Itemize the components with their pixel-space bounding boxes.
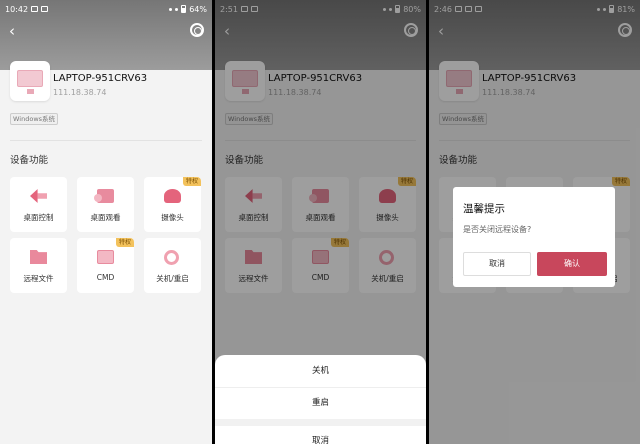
cmd-icon (97, 250, 114, 264)
cancel-option[interactable]: 取消 (215, 426, 426, 444)
power-icon (164, 250, 179, 265)
dialog-title: 温馨提示 (463, 203, 505, 215)
dialog-cancel-button[interactable]: 取消 (463, 252, 531, 276)
feature-remote-files[interactable]: 远程文件 (10, 238, 67, 293)
status-battery: 64% (189, 4, 207, 14)
wifi-icon (175, 7, 179, 11)
screenshot-triptych: 10:42 64% ‹ LAPTOP-951CRV63 111.18.38.74… (0, 0, 640, 444)
status-bar: 10:42 64% (0, 0, 212, 18)
back-button[interactable]: ‹ (9, 23, 25, 39)
divider (10, 140, 202, 141)
signal-icon (169, 7, 173, 11)
shutdown-option[interactable]: 关机 (215, 356, 426, 387)
device-card (10, 61, 50, 101)
feature-label: 远程文件 (23, 274, 54, 283)
device-ip: 111.18.38.74 (53, 88, 107, 97)
action-sheet: 关机 重启 取消 (215, 355, 426, 444)
notification-icon (31, 6, 39, 12)
os-tag: Windows系统 (10, 113, 59, 125)
device-screen-panel-3: 2:46 81% ‹ LAPTOP-951CRV63 111.18.38.74 … (429, 0, 640, 444)
feature-label: 桌面观看 (90, 213, 121, 222)
feature-camera[interactable]: 特权摄像头 (144, 177, 201, 232)
privilege-badge: 特权 (115, 238, 134, 247)
feature-cmd[interactable]: 特权 CMD (77, 238, 134, 293)
camera-icon (164, 189, 181, 203)
arrow-left-icon (30, 189, 47, 203)
device-screen-panel-2: 2:51 80% ‹ LAPTOP-951CRV63 111.18.38.74 … (215, 0, 426, 444)
feature-label: 桌面控制 (23, 213, 54, 222)
feature-label: 关机/重启 (156, 274, 189, 283)
status-time: 10:42 (5, 4, 29, 14)
confirm-dialog: 温馨提示 是否关闭远程设备? 取消 确认 (453, 187, 615, 287)
restart-option[interactable]: 重启 (215, 388, 426, 419)
settings-gear-icon[interactable] (190, 23, 204, 37)
feature-power[interactable]: 关机/重启 (144, 238, 201, 293)
feature-desktop-view[interactable]: 桌面观看 (77, 177, 134, 232)
dialog-message: 是否关闭远程设备? (463, 225, 532, 234)
dialog-confirm-button[interactable]: 确认 (537, 252, 607, 276)
monitor-icon (17, 70, 43, 94)
device-name: LAPTOP-951CRV63 (53, 73, 148, 84)
feature-desktop-control[interactable]: 桌面控制 (10, 177, 67, 232)
folder-icon (30, 250, 47, 264)
sheet-gap (215, 419, 426, 426)
privilege-badge: 特权 (182, 177, 201, 186)
screen-view-icon (94, 189, 114, 203)
device-screen-panel-1: 10:42 64% ‹ LAPTOP-951CRV63 111.18.38.74… (0, 0, 212, 444)
feature-label: 摄像头 (161, 213, 184, 222)
feature-label: CMD (96, 273, 115, 282)
battery-icon (181, 5, 187, 13)
section-title: 设备功能 (10, 155, 49, 166)
app-notification-icon (41, 6, 49, 12)
